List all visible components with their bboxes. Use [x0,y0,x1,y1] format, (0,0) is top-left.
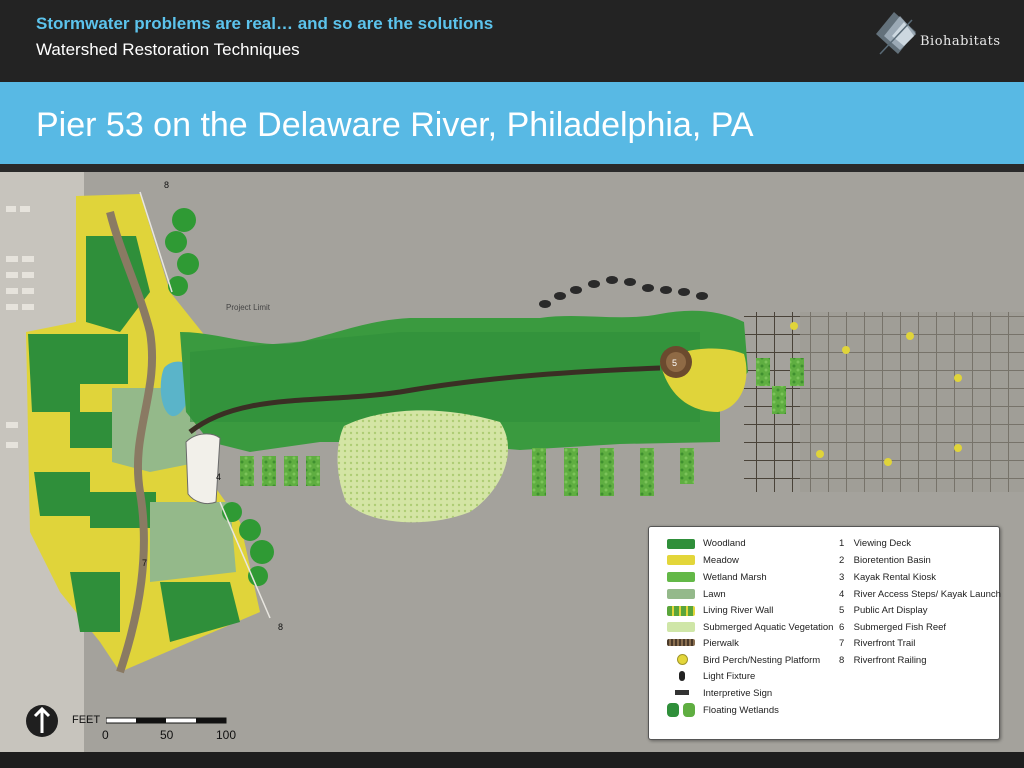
callout-trail: 7 [142,558,147,568]
scale-mark-0: 0 [102,728,109,742]
legend-meadow: Meadow [703,555,739,566]
north-arrow-icon [26,705,58,737]
river-access-steps [185,433,221,505]
swatch-woodland [667,539,695,549]
swatch-meadow [667,555,695,565]
callout-railing-south: 8 [278,622,283,632]
swatch-sav [667,622,695,632]
map-legend: Woodland Meadow Wetland Marsh Lawn Livin… [648,526,1001,740]
light-fixture-icon [679,671,685,681]
swatch-pierwalk [667,639,695,646]
swatch-wetland-marsh [667,572,695,582]
legend-num-1: 1 Viewing Deck [839,538,912,549]
legend-interpretive-sign: Interpretive Sign [703,688,773,699]
header-bar: Stormwater problems are real… and so are… [0,0,1024,82]
bird-perch-icon [677,654,688,665]
swatch-lawn [667,589,695,599]
swatch-living-river-wall [667,606,695,616]
header-kicker: Stormwater problems are real… and so are… [36,14,494,33]
legend-wetland-marsh: Wetland Marsh [703,572,767,583]
header-subtitle: Watershed Restoration Techniques [36,40,300,59]
logo-wordmark: Biohabitats [920,34,1001,49]
legend-num-2: 2 Bioretention Basin [839,555,931,566]
legend-lawn: Lawn [703,589,726,600]
callout-railing-north: 8 [164,180,169,190]
legend-num-7: 7 Riverfront Trail [839,638,916,649]
legend-woodland: Woodland [703,538,746,549]
callout-access-steps: 4 [216,472,221,482]
scale-mark-50: 50 [160,728,174,742]
legend-bird-perch: Bird Perch/Nesting Platform [703,655,821,666]
scale-bar-graphic [106,717,227,724]
legend-num-5: 5 Public Art Display [839,605,928,616]
legend-living-river-wall: Living River Wall [703,605,774,616]
legend-num-4: 4 River Access Steps/ Kayak Launch [839,589,1001,600]
legend-pierwalk: Pierwalk [703,638,739,649]
footer-strip [0,752,1024,768]
floating-wetlands-icon-2 [683,703,695,717]
legend-sav: Submerged Aquatic Vegetation [703,622,834,633]
legend-light-fixture: Light Fixture [703,671,756,682]
svg-text:5: 5 [672,358,677,368]
legend-num-8: 8 Riverfront Railing [839,655,927,666]
title-bar: Pier 53 on the Delaware River, Philadelp… [0,82,1024,164]
slide-title: Pier 53 on the Delaware River, Philadelp… [36,106,754,144]
legend-num-3: 3 Kayak Rental Kiosk [839,572,937,583]
scale-unit: FEET [72,714,101,726]
scale-mark-100: 100 [216,728,237,742]
legend-floating-wetlands: Floating Wetlands [703,705,779,716]
floating-wetlands-icon [667,703,679,717]
legend-num-6: 6 Submerged Fish Reef [839,622,947,633]
interpretive-sign-icon [675,690,689,695]
project-limit-label: Project Limit [226,303,271,312]
